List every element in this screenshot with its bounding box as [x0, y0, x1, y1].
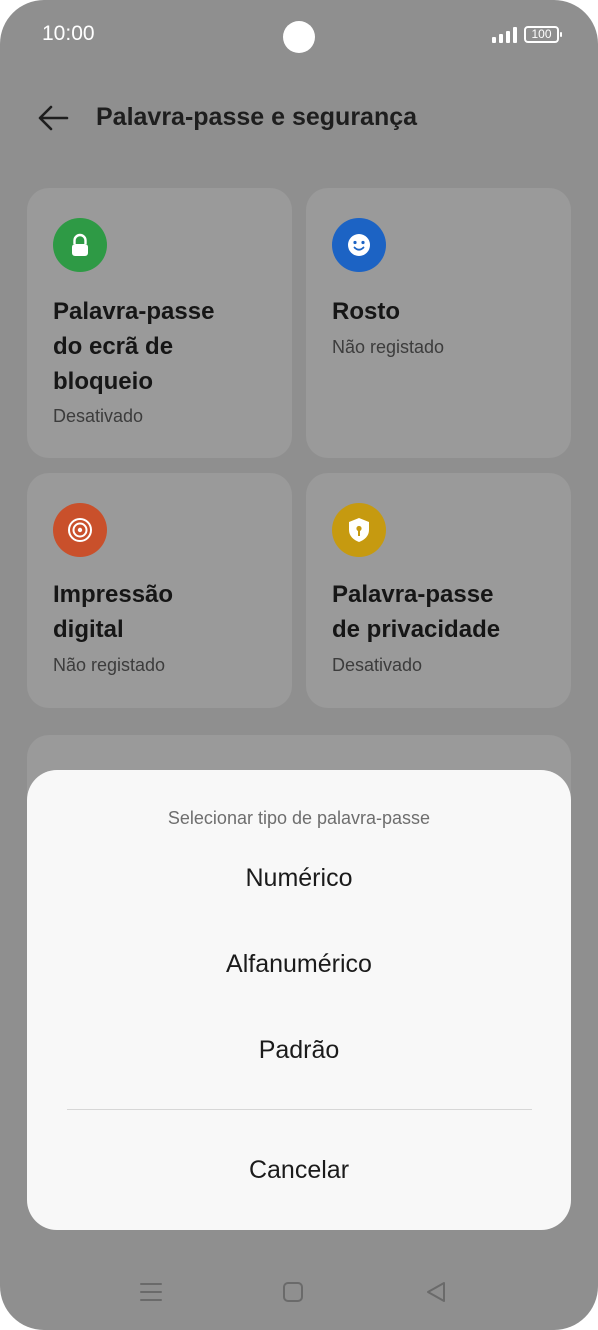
tile-status: Desativado [53, 406, 144, 426]
tile-title: Rosto [332, 298, 400, 325]
status-time: 10:00 [42, 22, 95, 45]
cancel-button[interactable]: Cancelar [27, 1156, 571, 1185]
option-numeric[interactable]: Numérico [27, 864, 571, 893]
tile-privacy-password[interactable]: Palavra-passe de privacidade Desativado [306, 473, 571, 708]
tile-fingerprint[interactable]: Impressão digital Não registado [27, 473, 292, 708]
option-alphanumeric[interactable]: Alfanumérico [27, 950, 571, 979]
back-arrow-icon[interactable] [36, 101, 70, 135]
fingerprint-icon [53, 503, 107, 557]
menu-icon[interactable] [137, 1278, 165, 1306]
page-title: Palavra-passe e segurança [96, 103, 418, 131]
home-icon[interactable] [279, 1278, 307, 1306]
battery-icon: 100 [524, 26, 562, 43]
sheet-divider [67, 1109, 532, 1110]
tile-status: Não registado [53, 655, 166, 675]
phone-screen: 10:00 100 Palavra-passe e segurança Pala… [0, 0, 598, 1330]
tile-title: Impressão digital [53, 581, 174, 643]
front-camera [283, 21, 315, 53]
signal-icon [492, 27, 518, 43]
tile-status: Não registado [332, 337, 445, 357]
face-icon [332, 218, 386, 272]
back-triangle-icon[interactable] [422, 1278, 450, 1306]
tile-lock-screen-password[interactable]: Palavra-passe do ecrã de bloqueio Desati… [27, 188, 292, 458]
option-pattern[interactable]: Padrão [27, 1036, 571, 1065]
sheet-title: Selecionar tipo de palavra-passe [167, 808, 431, 828]
tile-title: Palavra-passe do ecrã de bloqueio [53, 298, 215, 395]
password-type-sheet: Selecionar tipo de palavra-passe Numéric… [27, 770, 571, 1230]
tile-face[interactable]: Rosto Não registado [306, 188, 571, 458]
tile-title: Palavra-passe de privacidade [332, 581, 501, 643]
tile-status: Desativado [332, 655, 423, 675]
shield-key-icon [332, 503, 386, 557]
lock-icon [53, 218, 107, 272]
